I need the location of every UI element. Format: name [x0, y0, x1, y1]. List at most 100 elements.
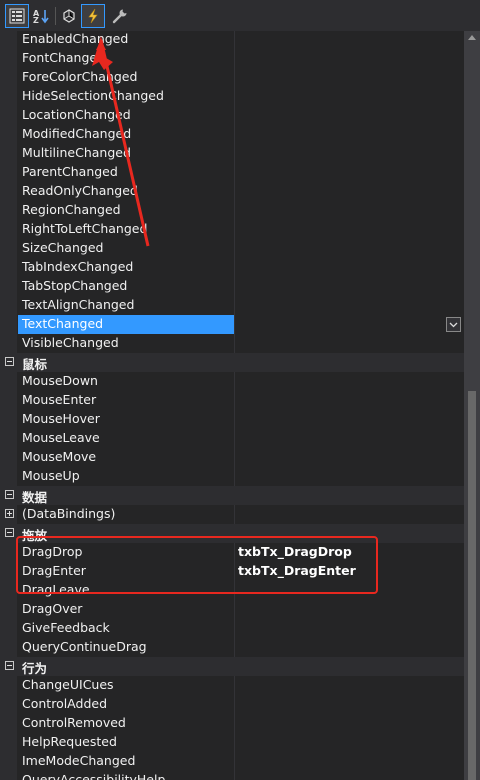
event-name: FontChanged — [22, 50, 106, 65]
property-row[interactable]: EnabledChanged — [0, 31, 464, 49]
event-name: GiveFeedback — [22, 620, 110, 635]
category-label: 鼠标 — [22, 357, 48, 372]
property-row[interactable]: MouseEnter — [0, 391, 464, 410]
chevron-down-icon — [449, 322, 458, 328]
event-name: ImeModeChanged — [22, 753, 136, 768]
property-row[interactable]: LocationChanged — [0, 106, 464, 125]
event-name: (DataBindings) — [22, 506, 116, 521]
property-row[interactable]: TextAlignChanged — [0, 296, 464, 315]
property-grid: EnabledChanged FontChanged ForeColorChange… — [0, 31, 464, 780]
property-row[interactable]: DragDrop txbTx_DragDrop — [0, 543, 464, 562]
event-name: TabIndexChanged — [22, 259, 134, 274]
events-button[interactable] — [81, 4, 105, 28]
event-name: TextChanged — [22, 316, 104, 331]
event-name: RegionChanged — [22, 202, 121, 217]
category-label: 行为 — [22, 661, 48, 676]
collapse-minus-icon[interactable] — [5, 661, 14, 670]
property-row[interactable]: MultilineChanged — [0, 144, 464, 163]
event-name: MouseLeave — [22, 430, 100, 445]
event-name: ForeColorChanged — [22, 69, 138, 84]
event-name: ReadOnlyChanged — [22, 183, 138, 198]
event-name: ModifiedChanged — [22, 126, 132, 141]
scroll-up-arrow-icon[interactable] — [468, 35, 476, 40]
event-name: QueryAccessibilityHelp — [22, 772, 166, 780]
property-row[interactable]: FontChanged — [0, 49, 464, 68]
property-row[interactable]: (DataBindings) — [0, 505, 464, 524]
scroll-thumb[interactable] — [468, 391, 476, 780]
event-name: TextAlignChanged — [22, 297, 135, 312]
event-name: DragLeave — [22, 582, 90, 597]
property-row[interactable]: HelpRequested — [0, 733, 464, 752]
event-name: DragDrop — [22, 544, 83, 559]
event-name: SizeChanged — [22, 240, 104, 255]
event-name: QueryContinueDrag — [22, 639, 147, 654]
property-row[interactable]: DragLeave — [0, 581, 464, 600]
property-row[interactable]: ControlRemoved — [0, 714, 464, 733]
event-name: MouseUp — [22, 468, 80, 483]
event-name: MouseEnter — [22, 392, 97, 407]
property-row[interactable]: GiveFeedback — [0, 619, 464, 638]
property-row[interactable]: TextChanged — [0, 315, 464, 334]
property-row[interactable]: ChangeUICues — [0, 676, 464, 695]
property-row[interactable]: ReadOnlyChanged — [0, 182, 464, 201]
property-row[interactable]: ControlAdded — [0, 695, 464, 714]
property-row[interactable]: TabIndexChanged — [0, 258, 464, 277]
property-row[interactable]: QueryAccessibilityHelp — [0, 771, 464, 780]
property-row[interactable]: QueryContinueDrag — [0, 638, 464, 657]
category-label: 数据 — [22, 490, 48, 505]
event-name: DragEnter — [22, 563, 86, 578]
category-row[interactable]: 鼠标 — [0, 353, 464, 372]
property-row[interactable]: MouseMove — [0, 448, 464, 467]
properties-toolbar: A Z — [0, 0, 480, 31]
event-name: HelpRequested — [22, 734, 117, 749]
category-row[interactable]: 数据 — [0, 486, 464, 505]
property-row[interactable]: MouseUp — [0, 467, 464, 486]
categorized-button[interactable] — [5, 4, 29, 28]
category-label: 拖放 — [22, 528, 48, 543]
property-pages-wrench-icon — [112, 9, 127, 24]
alphabetical-sort-icon: A Z — [33, 9, 49, 24]
event-name: TabStopChanged — [22, 278, 128, 293]
event-name: EnabledChanged — [22, 31, 129, 46]
event-name: RightToLeftChanged — [22, 221, 148, 236]
events-lightning-icon — [88, 8, 98, 24]
property-row[interactable]: RegionChanged — [0, 201, 464, 220]
collapse-minus-icon[interactable] — [5, 528, 14, 537]
property-row[interactable]: ImeModeChanged — [0, 752, 464, 771]
expand-plus-icon[interactable] — [5, 509, 14, 518]
property-row[interactable]: TabStopChanged — [0, 277, 464, 296]
event-name: ChangeUICues — [22, 677, 114, 692]
category-row[interactable]: 行为 — [0, 657, 464, 676]
property-row[interactable]: ParentChanged — [0, 163, 464, 182]
property-row[interactable]: DragOver — [0, 600, 464, 619]
vertical-scrollbar[interactable] — [464, 31, 480, 780]
event-handler-value[interactable]: txbTx_DragEnter — [238, 563, 356, 578]
event-name: MultilineChanged — [22, 145, 131, 160]
event-name: MouseMove — [22, 449, 97, 464]
svg-text:Z: Z — [33, 16, 39, 24]
collapse-minus-icon[interactable] — [5, 490, 14, 499]
dropdown-button[interactable] — [446, 317, 461, 332]
property-row[interactable]: DragEnter txbTx_DragEnter — [0, 562, 464, 581]
event-name: ParentChanged — [22, 164, 118, 179]
property-row[interactable]: HideSelectionChanged — [0, 87, 464, 106]
property-row[interactable]: SizeChanged — [0, 239, 464, 258]
property-row[interactable]: MouseDown — [0, 372, 464, 391]
collapse-minus-icon[interactable] — [5, 357, 14, 366]
event-name: MouseHover — [22, 411, 100, 426]
property-row[interactable]: MouseHover — [0, 410, 464, 429]
categorized-icon — [9, 8, 25, 24]
property-row[interactable]: VisibleChanged — [0, 334, 464, 353]
event-name: LocationChanged — [22, 107, 131, 122]
event-handler-value[interactable]: txbTx_DragDrop — [238, 544, 352, 559]
property-row[interactable]: RightToLeftChanged — [0, 220, 464, 239]
property-row[interactable]: ModifiedChanged — [0, 125, 464, 144]
category-row[interactable]: 拖放 — [0, 524, 464, 543]
event-name: DragOver — [22, 601, 83, 616]
property-row[interactable]: ForeColorChanged — [0, 68, 464, 87]
property-row[interactable]: MouseLeave — [0, 429, 464, 448]
event-name: ControlRemoved — [22, 715, 126, 730]
alphabetical-button[interactable]: A Z — [29, 4, 53, 28]
property-pages-button[interactable] — [108, 4, 132, 28]
properties-button[interactable] — [57, 4, 81, 28]
